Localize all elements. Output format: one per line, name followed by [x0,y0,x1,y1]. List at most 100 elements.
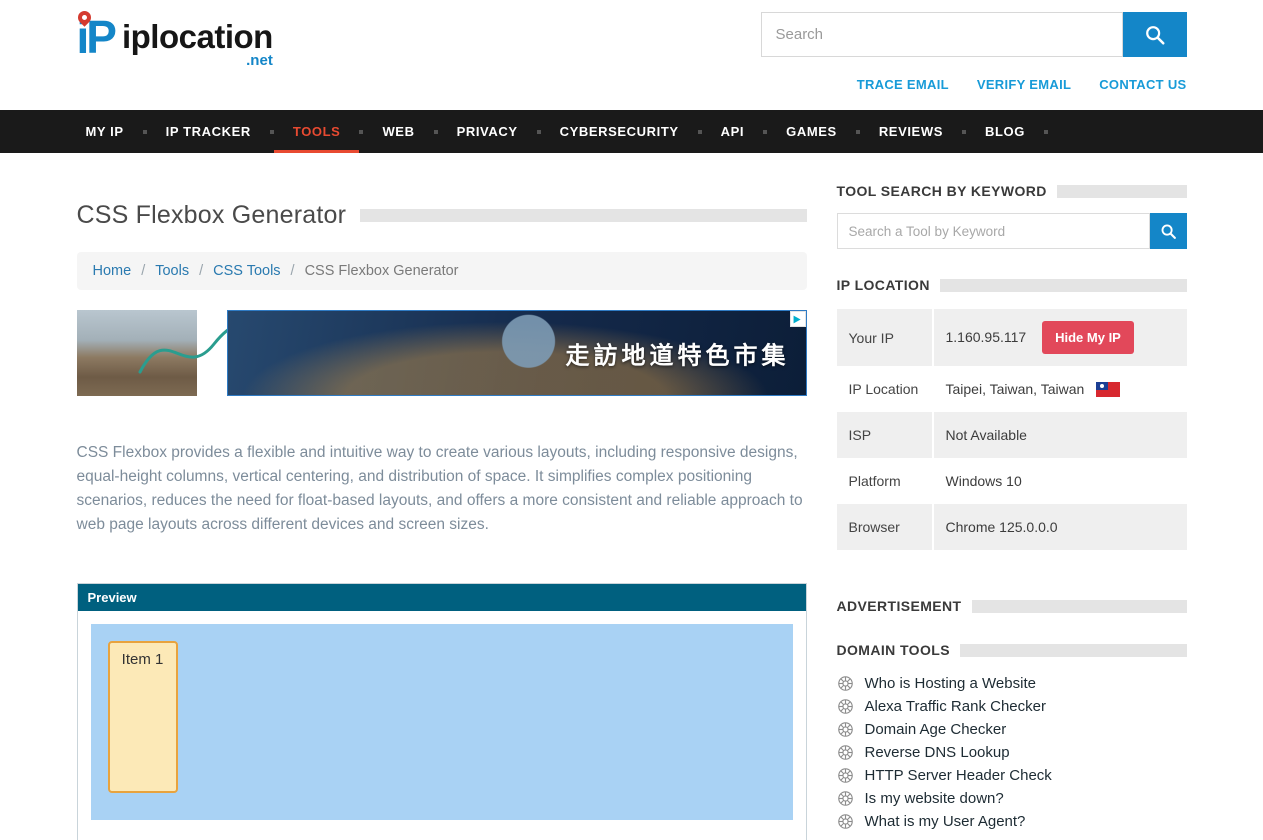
domain-tool-link-website-down[interactable]: Is my website down? [865,790,1004,807]
top-link-trace-email[interactable]: TRACE EMAIL [857,77,949,92]
domain-tool-link-alexa-rank[interactable]: Alexa Traffic Rank Checker [865,698,1046,715]
row-label: Your IP [837,309,933,366]
your-ip-value: 1.160.95.117 [946,329,1027,345]
logo-name: iplocation [122,20,273,55]
gear-icon [837,744,854,761]
heading-decor-bar [972,600,1187,613]
heading-decor-bar [1057,185,1187,198]
advertisement-heading: ADVERTISEMENT [837,598,962,614]
heading-decor-bar [940,279,1187,292]
ad-left-image [77,310,197,396]
top-link-contact-us[interactable]: CONTACT US [1099,77,1186,92]
row-label: IP Location [837,366,933,412]
sidebar: TOOL SEARCH BY KEYWORD IP LOCATION [837,183,1187,833]
gear-icon [837,698,854,715]
logo-tld: .net [246,52,273,69]
row-value: Not Available [933,412,1187,458]
site-search [761,12,1187,57]
logo[interactable]: iP iplocation .net [77,16,273,92]
gear-icon [837,721,854,738]
top-links: TRACE EMAIL VERIFY EMAIL CONTACT US [857,77,1187,92]
tool-search-heading: TOOL SEARCH BY KEYWORD [837,183,1047,199]
row-label: Platform [837,458,933,504]
domain-tool-link-domain-age[interactable]: Domain Age Checker [865,721,1007,738]
preview-panel: Preview Item 1 [77,583,807,840]
domain-tool-link-user-agent[interactable]: What is my User Agent? [865,813,1026,830]
domain-tools-list: Who is Hosting a Website Alexa Traffic R… [837,672,1187,833]
breadcrumb-separator: / [141,263,145,279]
gear-icon [837,790,854,807]
main-nav: MY IP IP TRACKER TOOLS WEB PRIVACY CYBER… [0,110,1263,153]
page-title: CSS Flexbox Generator [77,201,347,230]
nav-item-ip-tracker[interactable]: IP TRACKER [147,110,270,153]
site-search-button[interactable] [1123,12,1187,57]
flex-item-1[interactable]: Item 1 [108,641,178,793]
main-column: CSS Flexbox Generator Home / Tools / CSS… [77,183,807,840]
ad-right-image: 走訪地道特色市集 [227,310,807,396]
table-row-platform: Platform Windows 10 [837,458,1187,504]
tool-search [837,213,1187,249]
nav-item-api[interactable]: API [702,110,763,153]
ip-location-heading: IP LOCATION [837,277,930,293]
table-row-ip-location: IP Location Taipei, Taiwan, Taiwan [837,366,1187,412]
preview-header: Preview [78,584,806,611]
breadcrumb-link-home[interactable]: Home [93,263,132,279]
breadcrumb-separator: / [199,263,203,279]
nav-item-tools[interactable]: TOOLS [274,110,360,153]
domain-tools-heading: DOMAIN TOOLS [837,642,950,658]
breadcrumb-current: CSS Flexbox Generator [305,263,459,279]
row-value: Taipei, Taiwan, Taiwan [933,366,1187,412]
tool-search-button[interactable] [1150,213,1187,249]
gear-icon [837,767,854,784]
header-right: TRACE EMAIL VERIFY EMAIL CONTACT US [761,12,1187,92]
domain-tool-link-hosting[interactable]: Who is Hosting a Website [865,675,1036,692]
nav-item-blog[interactable]: BLOG [966,110,1044,153]
list-item: HTTP Server Header Check [837,764,1187,787]
nav-item-cybersecurity[interactable]: CYBERSECURITY [541,110,698,153]
table-row-your-ip: Your IP 1.160.95.117 Hide My IP [837,309,1187,366]
breadcrumb-link-css-tools[interactable]: CSS Tools [213,263,280,279]
adchoices-icon[interactable] [790,311,806,327]
breadcrumb: Home / Tools / CSS Tools / CSS Flexbox G… [77,252,807,290]
site-search-input[interactable] [761,12,1123,57]
nav-item-reviews[interactable]: REVIEWS [860,110,962,153]
title-decor-bar [360,209,806,222]
list-item: Is my website down? [837,787,1187,810]
ad-headline: 走訪地道特色市集 [566,336,790,371]
tool-description: CSS Flexbox provides a flexible and intu… [77,441,807,537]
nav-separator [1044,130,1048,134]
hide-my-ip-button[interactable]: Hide My IP [1042,321,1134,354]
flex-preview-container: Item 1 [91,624,793,820]
search-icon [1160,223,1177,240]
domain-tool-link-http-header[interactable]: HTTP Server Header Check [865,767,1052,784]
table-row-isp: ISP Not Available [837,412,1187,458]
preview-body: Item 1 [78,611,806,840]
breadcrumb-link-tools[interactable]: Tools [155,263,189,279]
domain-tool-link-reverse-dns[interactable]: Reverse DNS Lookup [865,744,1010,761]
ad-banner[interactable]: 走訪地道特色市集 [77,310,807,396]
list-item: Who is Hosting a Website [837,672,1187,695]
gear-icon [837,675,854,692]
list-item: Reverse DNS Lookup [837,741,1187,764]
tool-search-input[interactable] [837,213,1150,249]
taiwan-flag-icon [1096,382,1120,397]
page: iP iplocation .net [0,0,1263,840]
site-header: iP iplocation .net [0,0,1263,110]
ip-location-table: Your IP 1.160.95.117 Hide My IP IP Locat… [837,309,1187,550]
logo-words: iplocation .net [122,20,273,69]
nav-item-privacy[interactable]: PRIVACY [438,110,537,153]
nav-item-games[interactable]: GAMES [767,110,856,153]
heading-decor-bar [960,644,1187,657]
list-item: Domain Age Checker [837,718,1187,741]
list-item: What is my User Agent? [837,810,1187,833]
row-label: Browser [837,504,933,550]
gear-icon [837,813,854,830]
logo-monogram-icon: iP [77,16,118,60]
nav-item-my-ip[interactable]: MY IP [77,110,143,153]
table-row-browser: Browser Chrome 125.0.0.0 [837,504,1187,550]
ip-location-value: Taipei, Taiwan, Taiwan [946,381,1085,397]
nav-item-web[interactable]: WEB [363,110,433,153]
row-value: 1.160.95.117 Hide My IP [933,309,1187,366]
row-value: Windows 10 [933,458,1187,504]
top-link-verify-email[interactable]: VERIFY EMAIL [977,77,1071,92]
